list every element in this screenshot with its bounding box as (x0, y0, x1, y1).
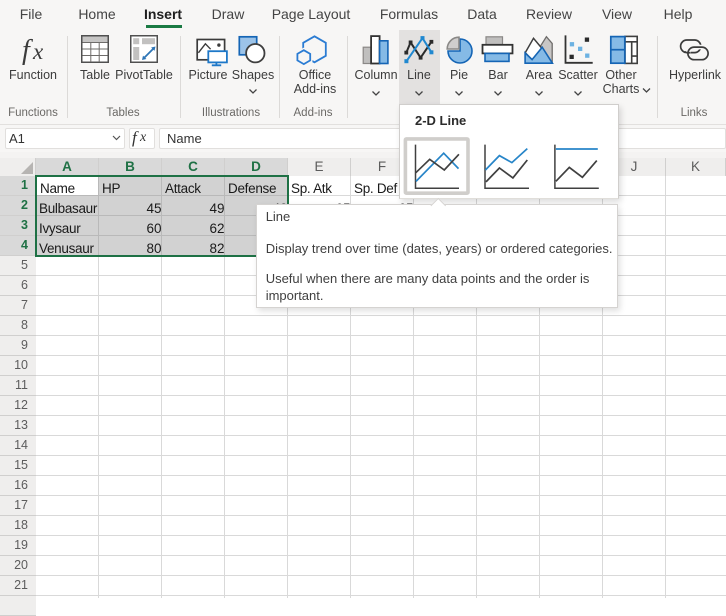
svg-text:x: x (32, 39, 44, 64)
svg-text:f: f (22, 35, 33, 66)
